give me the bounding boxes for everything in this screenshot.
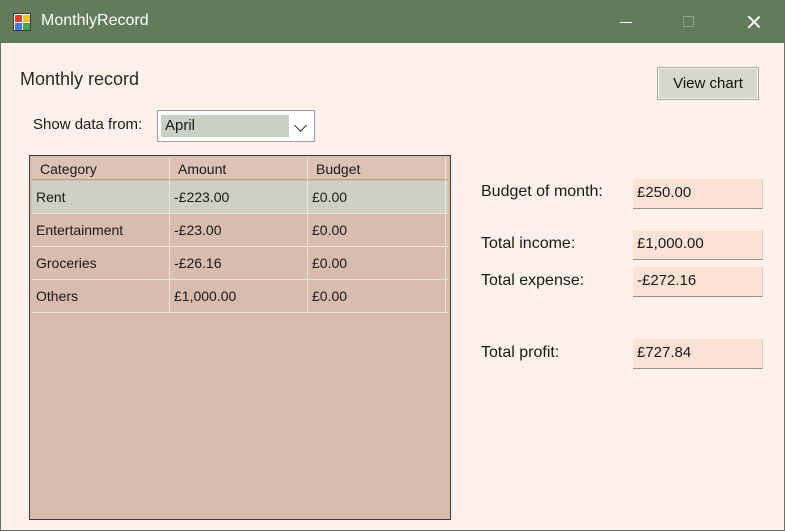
cell-amount[interactable]: -£23.00 <box>170 214 308 247</box>
cell-amount[interactable]: £1,000.00 <box>170 280 308 313</box>
column-header-category[interactable]: Category <box>32 158 170 180</box>
total-profit-label: Total profit: <box>481 344 560 361</box>
total-expense-field[interactable]: -£272.16 <box>633 267 763 297</box>
cell-category[interactable]: Rent <box>32 181 170 214</box>
view-chart-button[interactable]: View chart <box>657 67 759 100</box>
table-header: Category Amount Budget <box>32 158 448 180</box>
cell-category[interactable]: Others <box>32 280 170 313</box>
show-data-label: Show data from: <box>33 116 143 133</box>
cell-category[interactable]: Groceries <box>32 247 170 280</box>
month-dropdown-value: April <box>161 115 289 137</box>
table-row[interactable]: Others £1,000.00 £0.00 <box>32 280 448 313</box>
chevron-down-icon[interactable] <box>294 119 307 132</box>
budget-of-month-field[interactable]: £250.00 <box>633 179 763 209</box>
minimize-icon <box>620 22 632 23</box>
monthly-record-window: MonthlyRecord Monthly record View chart … <box>0 0 785 531</box>
cell-budget[interactable]: £0.00 <box>308 247 446 280</box>
minimize-button[interactable] <box>603 1 649 43</box>
cell-budget[interactable]: £0.00 <box>308 214 446 247</box>
total-expense-label: Total expense: <box>481 272 585 289</box>
maximize-button[interactable] <box>665 1 711 43</box>
maximize-icon <box>683 16 694 27</box>
total-income-field[interactable]: £1,000.00 <box>633 230 763 260</box>
table-row[interactable]: Rent -£223.00 £0.00 <box>32 181 448 214</box>
column-header-amount[interactable]: Amount <box>170 158 308 180</box>
title-bar[interactable]: MonthlyRecord <box>1 1 784 43</box>
table-row[interactable]: Groceries -£26.16 £0.00 <box>32 247 448 280</box>
cell-budget[interactable]: £0.00 <box>308 280 446 313</box>
table-row[interactable]: Entertainment -£23.00 £0.00 <box>32 214 448 247</box>
total-profit-field[interactable]: £727.84 <box>633 339 763 369</box>
close-button[interactable] <box>731 1 777 43</box>
cell-category[interactable]: Entertainment <box>32 214 170 247</box>
records-table[interactable]: Category Amount Budget Rent -£223.00 £0.… <box>29 155 451 520</box>
app-icon <box>13 13 31 31</box>
window-title: MonthlyRecord <box>41 12 149 29</box>
cell-amount[interactable]: -£26.16 <box>170 247 308 280</box>
month-dropdown[interactable]: April <box>157 110 315 142</box>
cell-amount[interactable]: -£223.00 <box>170 181 308 214</box>
total-income-label: Total income: <box>481 235 576 252</box>
page-title: Monthly record <box>20 69 140 89</box>
column-header-budget[interactable]: Budget <box>308 158 446 180</box>
cell-budget[interactable]: £0.00 <box>308 181 446 214</box>
budget-of-month-label: Budget of month: <box>481 183 603 200</box>
